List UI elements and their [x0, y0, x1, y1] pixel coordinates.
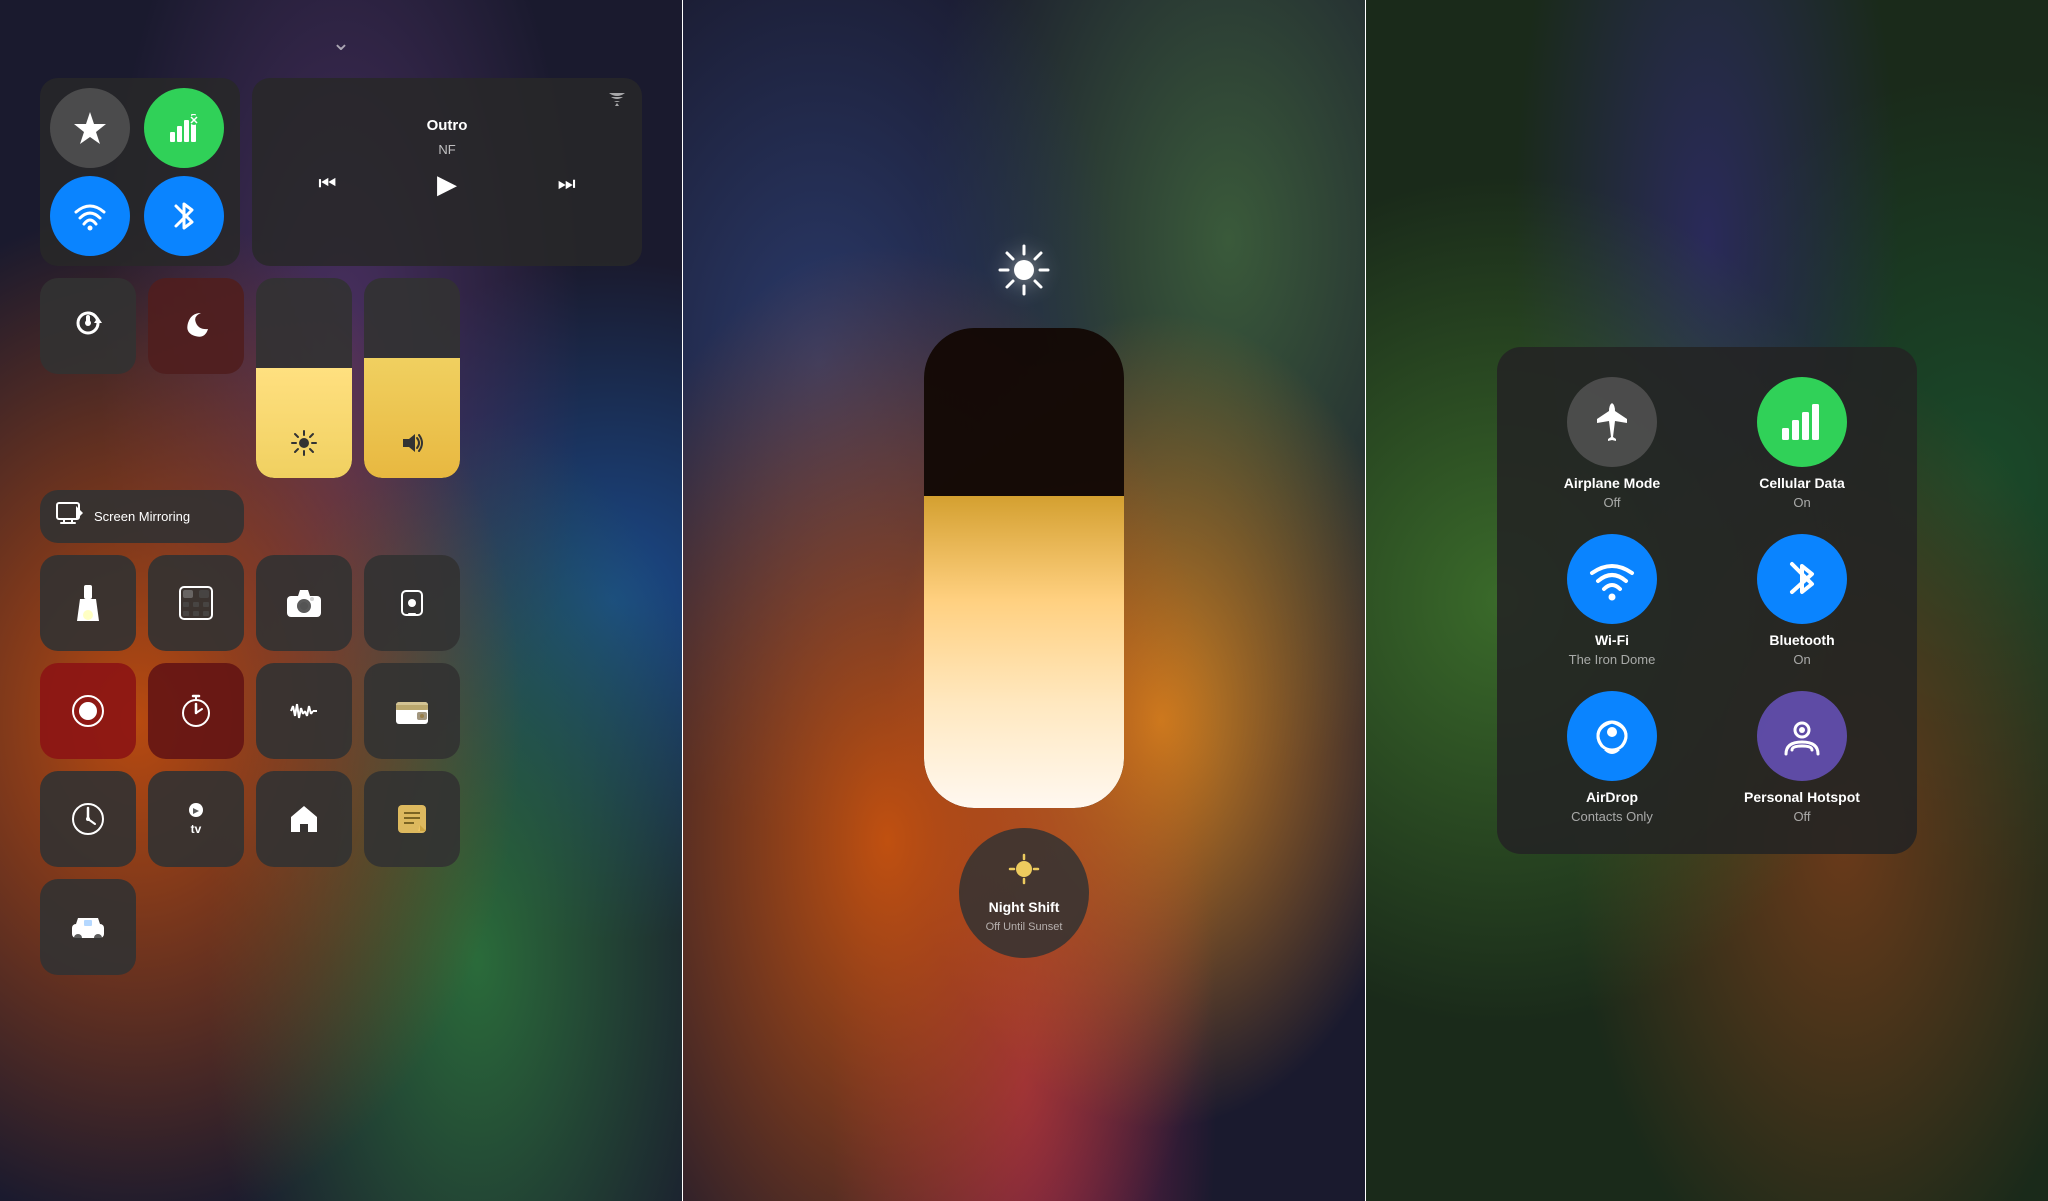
icon-row-4: [40, 879, 642, 975]
wifi-item[interactable]: Wi-Fi The Iron Dome: [1527, 534, 1697, 667]
camera-button[interactable]: [256, 555, 352, 651]
bluetooth-status: On: [1793, 652, 1810, 667]
screen-mirroring-label: Screen Mirroring: [94, 509, 190, 524]
brightness-dark-top: [924, 328, 1124, 496]
airdrop-status: Contacts Only: [1571, 809, 1653, 824]
icon-row-1: [40, 555, 642, 651]
personal-hotspot-status: Off: [1793, 809, 1810, 824]
bluetooth-item[interactable]: Bluetooth On: [1717, 534, 1887, 667]
right-panel: Airplane Mode Off: [1366, 0, 2048, 1201]
left-panel: ⌄: [0, 0, 683, 1201]
car-button[interactable]: [40, 879, 136, 975]
timer-button[interactable]: [148, 663, 244, 759]
wifi-circle: [1567, 534, 1657, 624]
sliders-container: [256, 278, 460, 478]
media-artist: NF: [268, 142, 626, 157]
bluetooth-circle: [1757, 534, 1847, 624]
media-player-block: Outro NF ⏮ ▶ ⏭: [252, 78, 642, 266]
airplane-mode-item[interactable]: Airplane Mode Off: [1527, 377, 1697, 510]
media-controls: ⏮ ▶ ⏭: [268, 169, 626, 200]
bluetooth-label: Bluetooth: [1769, 632, 1834, 648]
screen-mirroring-button[interactable]: Screen Mirroring: [40, 490, 244, 543]
airdrop-item[interactable]: AirDrop Contacts Only: [1527, 691, 1697, 824]
mid-panel: Night Shift Off Until Sunset: [683, 0, 1366, 1201]
volume-icon: [399, 430, 425, 462]
network-settings-card: Airplane Mode Off: [1497, 347, 1917, 854]
brightness-top-icon: [998, 244, 1050, 308]
screen-mirroring-icon: [56, 502, 84, 531]
airplane-mode-label: Airplane Mode: [1564, 475, 1660, 491]
connectivity-block: [40, 78, 240, 266]
voice-memos-button[interactable]: [256, 663, 352, 759]
cellular-data-label: Cellular Data: [1759, 475, 1845, 491]
brightness-fill: [924, 496, 1124, 808]
icon-row-3: tv: [40, 771, 642, 867]
flashlight-button[interactable]: [40, 555, 136, 651]
airplane-mode-circle: [1567, 377, 1657, 467]
volume-slider[interactable]: [364, 278, 460, 478]
row2: [40, 278, 642, 478]
personal-hotspot-circle: [1757, 691, 1847, 781]
airdrop-label: AirDrop: [1586, 789, 1638, 805]
do-not-disturb-button[interactable]: [148, 278, 244, 374]
cellular-data-item[interactable]: Cellular Data On: [1717, 377, 1887, 510]
night-shift-button[interactable]: Night Shift Off Until Sunset: [959, 828, 1089, 958]
night-shift-sub-label: Off Until Sunset: [986, 921, 1063, 933]
rotation-lock-icon: [70, 305, 106, 348]
homekit-button[interactable]: [256, 771, 352, 867]
play-button[interactable]: ▶: [437, 169, 457, 200]
rewind-button[interactable]: ⏮: [318, 173, 336, 196]
calculator-button[interactable]: [148, 555, 244, 651]
clock-button[interactable]: [40, 771, 136, 867]
apple-tv-label: tv: [191, 822, 202, 836]
night-shift-icon: [1008, 853, 1040, 893]
airplane-mode-button[interactable]: [50, 88, 130, 168]
bluetooth-button[interactable]: [144, 176, 224, 256]
personal-hotspot-item[interactable]: Personal Hotspot Off: [1717, 691, 1887, 824]
rotation-lock-button[interactable]: [40, 278, 136, 374]
cellular-data-button[interactable]: [144, 88, 224, 168]
brightness-slider[interactable]: [256, 278, 352, 478]
airplane-mode-status: Off: [1603, 495, 1620, 510]
personal-hotspot-label: Personal Hotspot: [1744, 789, 1860, 805]
orientation-lock-button[interactable]: [364, 555, 460, 651]
chevron-down-icon: ⌄: [40, 30, 642, 56]
airplay-icon: [268, 92, 626, 109]
cellular-data-circle: [1757, 377, 1847, 467]
top-control-row: Outro NF ⏮ ▶ ⏭: [40, 78, 642, 266]
wifi-label: Wi-Fi: [1595, 632, 1629, 648]
media-title: Outro: [268, 117, 626, 134]
airdrop-circle: [1567, 691, 1657, 781]
wifi-network-name: The Iron Dome: [1569, 652, 1656, 667]
brightness-control[interactable]: [924, 328, 1124, 808]
brightness-icon: [291, 430, 317, 462]
screen-record-button[interactable]: [40, 663, 136, 759]
wifi-button[interactable]: [50, 176, 130, 256]
wallet-button[interactable]: [364, 663, 460, 759]
screen-mirror-row: Screen Mirroring: [40, 490, 642, 543]
network-grid: Airplane Mode Off: [1527, 377, 1887, 824]
fast-forward-button[interactable]: ⏭: [558, 173, 576, 196]
moon-icon: [181, 308, 211, 345]
night-shift-label: Night Shift: [989, 899, 1060, 915]
notes-button[interactable]: [364, 771, 460, 867]
icon-row-2: [40, 663, 642, 759]
apple-tv-button[interactable]: tv: [148, 771, 244, 867]
cellular-data-status: On: [1793, 495, 1810, 510]
